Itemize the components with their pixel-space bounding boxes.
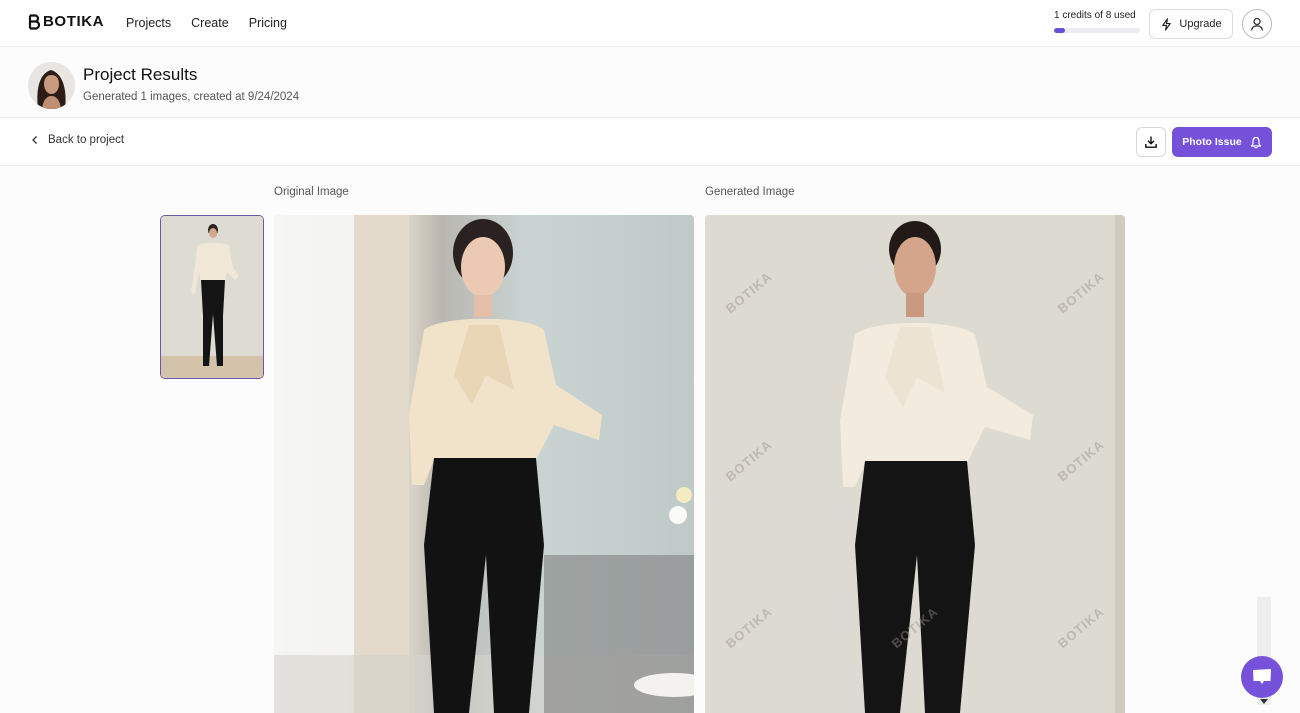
original-image (274, 215, 694, 713)
nav-link-create[interactable]: Create (191, 16, 229, 30)
result-thumbnail[interactable] (160, 215, 264, 379)
credits-progress-bar (1054, 28, 1140, 33)
profile-button[interactable] (1242, 9, 1272, 39)
nav-link-pricing[interactable]: Pricing (249, 16, 287, 30)
back-label: Back to project (48, 134, 125, 146)
project-header: Project Results Generated 1 images, crea… (0, 48, 1300, 118)
original-photo (274, 215, 694, 713)
logo-text: BOTIKA (43, 13, 105, 30)
results-content: Original Image Generated Image BOTIKA BO… (0, 167, 1300, 713)
top-navbar: BOTIKA Projects Create Pricing 1 credits… (0, 0, 1300, 47)
upgrade-button[interactable]: Upgrade (1149, 9, 1233, 39)
credits-progress-fill (1054, 28, 1065, 33)
logo[interactable]: BOTIKA (28, 13, 104, 30)
bell-icon (1250, 136, 1261, 148)
scroll-down-arrow[interactable] (1260, 699, 1268, 704)
original-image-label: Original Image (274, 186, 349, 198)
credits-text: 1 credits of 8 used (1054, 10, 1136, 21)
chevron-left-icon (32, 136, 37, 144)
page-subtitle: Generated 1 images, created at 9/24/2024 (83, 91, 300, 103)
avatar-portrait-image (28, 62, 75, 109)
action-bar: Back to project Photo Issue (0, 118, 1300, 166)
chat-support-button[interactable] (1241, 656, 1283, 698)
page-title: Project Results (83, 65, 198, 84)
user-icon (1250, 17, 1264, 31)
upgrade-label: Upgrade (1179, 18, 1222, 30)
generated-image: BOTIKA BOTIKA BOTIKA BOTIKA BOTIKA BOTIK… (705, 215, 1125, 713)
project-avatar (28, 62, 75, 109)
credits-indicator: 1 credits of 8 used (1054, 10, 1140, 33)
nav-link-projects[interactable]: Projects (126, 16, 171, 30)
chat-icon (1253, 669, 1271, 684)
download-icon (1145, 136, 1157, 148)
photo-issue-label: Photo Issue (1182, 136, 1242, 148)
generated-image-label: Generated Image (705, 186, 795, 198)
photo-issue-button[interactable]: Photo Issue (1172, 127, 1272, 157)
lightning-icon (1162, 17, 1172, 31)
thumbnail-image (161, 216, 263, 378)
main-nav: Projects Create Pricing (126, 16, 287, 30)
logo-mark-icon (28, 13, 40, 30)
back-to-project-link[interactable]: Back to project (30, 134, 124, 146)
download-button[interactable] (1136, 127, 1166, 157)
